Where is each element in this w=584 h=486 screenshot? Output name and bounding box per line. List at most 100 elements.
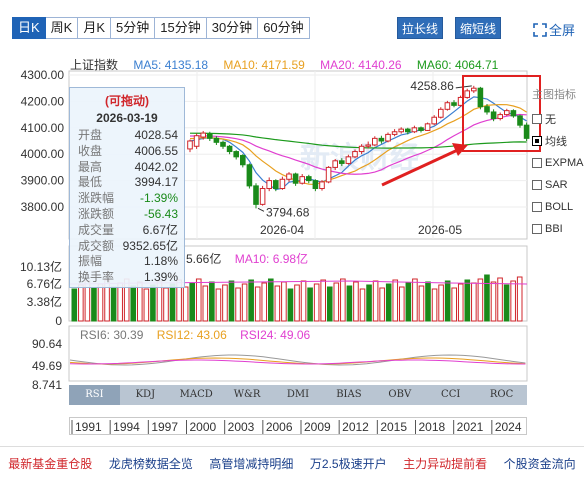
volume-bar — [294, 284, 300, 322]
candle-body — [365, 144, 371, 147]
candle-body — [398, 128, 404, 133]
info-key: 换手率 — [78, 270, 115, 285]
volume-bar — [484, 274, 490, 322]
candle-body — [431, 116, 437, 125]
drag-hint: (可拖动) — [105, 94, 149, 108]
volume-bar — [313, 283, 320, 322]
checkbox-icon[interactable] — [532, 114, 542, 124]
volume-bar — [281, 281, 287, 322]
indicator-option-5[interactable]: BBI — [532, 218, 584, 240]
candle-body — [517, 115, 523, 126]
candle-body — [286, 173, 292, 180]
indicator-tab-rsi[interactable]: RSI — [69, 385, 120, 405]
rsi-tick-label: 8.741 — [32, 378, 62, 392]
volume-bar — [451, 287, 457, 322]
year-range-strip[interactable]: 1991 1994 1997 2000 2003 2006 2009 2012 2015 2018… — [69, 417, 527, 435]
price-tick-label: 4000.00 — [21, 147, 65, 161]
indicator-option-4[interactable]: BOLL — [532, 196, 584, 218]
candle-body — [233, 151, 239, 158]
info-key: 涨跌幅 — [78, 191, 115, 206]
indicator-tab-macd[interactable]: MACD — [171, 385, 222, 405]
indicator-option-label: BOLL — [545, 201, 574, 213]
candle-body — [510, 110, 517, 117]
year-label: 2012 — [342, 420, 369, 434]
candle-body — [504, 110, 510, 116]
indicator-tab-bias[interactable]: BIAS — [323, 385, 374, 405]
year-label: 2018 — [419, 420, 446, 434]
checkbox-icon[interactable] — [532, 202, 542, 212]
volume-bar — [353, 281, 359, 322]
candle-info-box[interactable]: (可拖动) 2026-03-19 开盘 4028.54 收盘 4006.55 最高 404… — [69, 87, 185, 288]
candle-body — [411, 127, 418, 133]
candle-body — [484, 106, 490, 113]
indicator-option-label: BBI — [545, 223, 563, 235]
volume-tick-label: 3.38亿 — [27, 294, 62, 309]
candle-body — [464, 90, 470, 98]
info-rows: 开盘 4028.54 收盘 4006.55 最高 4042.02 最低 3994.17 涨跌幅 -… — [70, 128, 184, 286]
info-value: 9352.65亿 — [122, 238, 178, 253]
indicator-tabs: RSI KDJ MACD W&R DMI BIAS OBV CCI ROC — [69, 385, 527, 405]
indicator-tab-roc[interactable]: ROC — [476, 385, 527, 405]
price-tick-label: 4200.00 — [21, 94, 65, 108]
price-axis: 4300.00 4200.00 4100.00 4000.00 3900.00 3800.… — [21, 68, 65, 214]
candle-body — [385, 133, 391, 142]
rsi6-value: RSI6: 30.39 — [80, 328, 144, 342]
info-value: -1.39% — [139, 191, 178, 206]
volume-axis: 10.13亿 6.76亿 3.38亿 0 — [20, 259, 62, 328]
info-key: 最低 — [78, 175, 103, 190]
info-key: 涨跌额 — [78, 206, 115, 221]
indicator-option-3[interactable]: SAR — [532, 174, 584, 196]
checkbox-icon[interactable] — [532, 224, 542, 234]
volume-bar — [209, 281, 215, 322]
volume-bar — [163, 287, 169, 322]
footer-link-5[interactable]: 个股资金流向 — [504, 455, 576, 472]
year-label: 2006 — [266, 420, 293, 434]
price-tick-label: 3800.00 — [21, 200, 65, 214]
indicator-tab-cci[interactable]: CCI — [425, 385, 476, 405]
volume-bar — [189, 282, 195, 322]
indicator-option-label: SAR — [545, 179, 568, 191]
footer-link-0[interactable]: 最新基金重仓股 — [8, 455, 92, 472]
indicator-tab-obv[interactable]: OBV — [374, 385, 425, 405]
volume-bar — [261, 282, 268, 322]
volume-bar — [385, 283, 392, 322]
volume-bar — [71, 288, 78, 322]
candle-body — [312, 180, 319, 190]
volume-bar — [268, 278, 274, 322]
year-label: 2021 — [457, 420, 484, 434]
candle-body — [378, 137, 385, 142]
volume-tick-label: 10.13亿 — [20, 259, 62, 274]
info-row: 最低 3994.17 — [70, 175, 184, 191]
info-row: 收盘 4006.55 — [70, 144, 184, 160]
volume-bar — [425, 281, 431, 322]
indicator-tab-dmi[interactable]: DMI — [273, 385, 324, 405]
footer-link-1[interactable]: 龙虎榜数据全览 — [109, 455, 193, 472]
volume-bar — [254, 286, 261, 322]
info-value: -56.43 — [143, 206, 178, 221]
candle-body — [358, 145, 365, 153]
footer-link-3[interactable]: 万2.5极速开户 — [310, 455, 387, 472]
indicator-tab-kdj[interactable]: KDJ — [120, 385, 171, 405]
info-value: 3994.17 — [134, 175, 178, 190]
candle-body — [299, 176, 305, 184]
indicator-option-2[interactable]: EXPMA — [532, 152, 584, 174]
indicator-tab-wandr[interactable]: W&R — [222, 385, 273, 405]
volume-bar — [379, 287, 385, 322]
checkbox-icon[interactable] — [532, 136, 542, 146]
candle-body — [273, 180, 279, 190]
high-annotation: 4258.86 — [410, 79, 454, 93]
indicator-option-0[interactable]: 无 — [532, 108, 584, 130]
candle-body — [345, 156, 352, 164]
candle-body — [424, 123, 431, 131]
volume-bar — [143, 288, 150, 322]
indicator-option-1[interactable]: 均线 — [532, 130, 584, 152]
footer-link-4[interactable]: 主力异动提前看 — [403, 455, 487, 472]
checkbox-icon[interactable] — [532, 158, 542, 168]
footer-link-2[interactable]: 高管增减持明细 — [209, 455, 293, 472]
year-scale: 1991 1994 1997 2000 2003 2006 2009 2012 2015 2018… — [71, 420, 522, 434]
price-tick-label: 3900.00 — [21, 174, 65, 188]
volume-bar — [372, 280, 379, 322]
info-value: 4042.02 — [134, 159, 178, 174]
volume-bar — [215, 288, 222, 322]
checkbox-icon[interactable] — [532, 180, 542, 190]
